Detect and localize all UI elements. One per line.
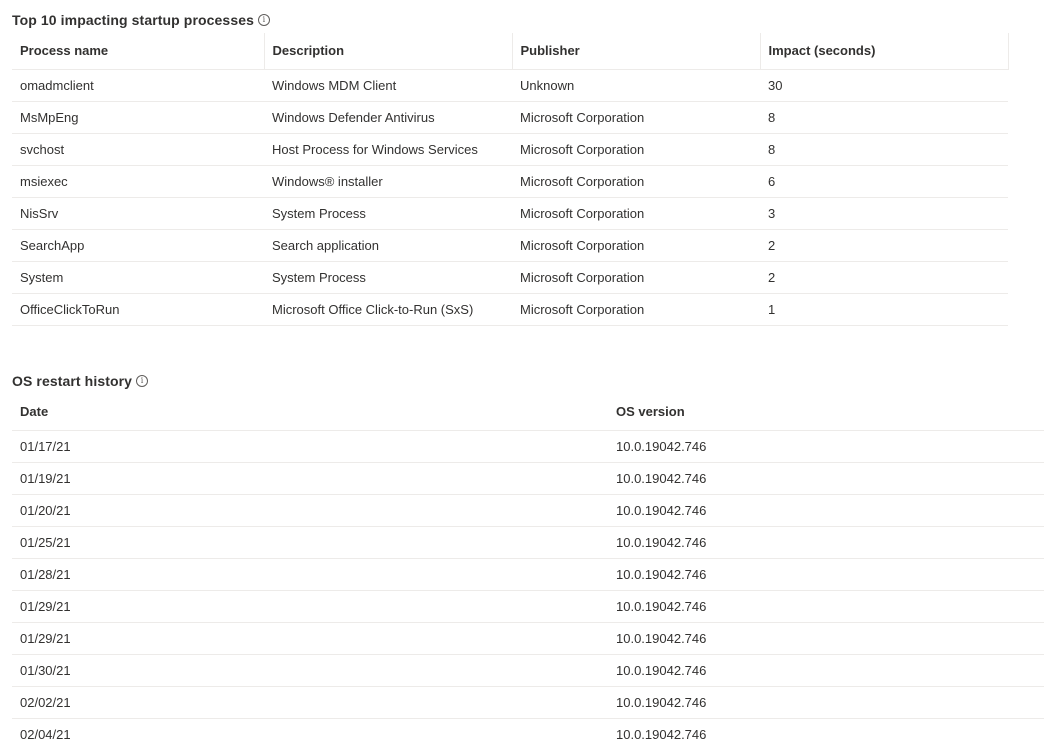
table-row[interactable]: 01/29/21 10.0.19042.746 (12, 622, 1044, 655)
description-cell: Windows Defender Antivirus (264, 101, 512, 134)
table-row[interactable]: 01/17/21 10.0.19042.746 (12, 430, 1044, 463)
table-row[interactable]: svchost Host Process for Windows Services… (12, 133, 1012, 166)
process-name-cell: MsMpEng (12, 101, 264, 134)
date-cell: 02/04/21 (12, 718, 608, 743)
row-spacer (1008, 229, 1012, 261)
table-row[interactable]: SearchApp Search application Microsoft Cor… (12, 229, 1012, 262)
publisher-cell: Microsoft Corporation (512, 133, 760, 166)
table-row[interactable]: 02/02/21 10.0.19042.746 (12, 686, 1044, 719)
description-cell: Search application (264, 229, 512, 262)
column-header-date[interactable]: Date (12, 394, 608, 431)
info-icon[interactable]: i (257, 14, 270, 26)
process-name-cell: OfficeClickToRun (12, 293, 264, 326)
publisher-cell: Microsoft Corporation (512, 261, 760, 294)
os-version-cell: 10.0.19042.746 (608, 622, 1044, 655)
publisher-cell: Microsoft Corporation (512, 229, 760, 262)
row-spacer (1008, 133, 1012, 165)
row-spacer (1008, 165, 1012, 197)
table-row[interactable]: 02/04/21 10.0.19042.746 (12, 718, 1044, 743)
startup-processes-title-text: Top 10 impacting startup processes (12, 12, 254, 28)
row-spacer (1008, 69, 1012, 101)
row-spacer (1008, 293, 1012, 325)
os-version-cell: 10.0.19042.746 (608, 526, 1044, 559)
date-cell: 01/28/21 (12, 558, 608, 591)
os-version-cell: 10.0.19042.746 (608, 654, 1044, 687)
table-row[interactable]: MsMpEng Windows Defender Antivirus Microso… (12, 101, 1012, 134)
table-row[interactable]: 01/20/21 10.0.19042.746 (12, 494, 1044, 527)
date-cell: 01/29/21 (12, 622, 608, 655)
table-row[interactable]: NisSrv System Process Microsoft Corporatio… (12, 197, 1012, 230)
table-row[interactable]: 01/19/21 10.0.19042.746 (12, 462, 1044, 495)
process-name-cell: svchost (12, 133, 264, 166)
info-icon[interactable]: i (136, 375, 149, 387)
table-row[interactable]: 01/29/21 10.0.19042.746 (12, 590, 1044, 623)
os-restart-history-table: Date OS version 01/17/21 10.0.19042.746 01… (12, 394, 1044, 743)
os-version-cell: 10.0.19042.746 (608, 590, 1044, 623)
impact-cell: 6 (760, 165, 1008, 198)
column-header-process-name[interactable]: Process name (12, 33, 265, 70)
table-row[interactable]: OfficeClickToRun Microsoft Office Click-t… (12, 293, 1012, 326)
date-cell: 01/29/21 (12, 590, 608, 623)
column-header-publisher[interactable]: Publisher (512, 33, 761, 70)
date-cell: 02/02/21 (12, 686, 608, 719)
process-name-cell: NisSrv (12, 197, 264, 230)
publisher-cell: Microsoft Corporation (512, 197, 760, 230)
impact-cell: 30 (760, 69, 1008, 102)
description-cell: System Process (264, 197, 512, 230)
date-cell: 01/17/21 (12, 430, 608, 463)
description-cell: System Process (264, 261, 512, 294)
table-row[interactable]: 01/25/21 10.0.19042.746 (12, 526, 1044, 559)
description-cell: Windows® installer (264, 165, 512, 198)
column-header-os-version[interactable]: OS version (608, 394, 1044, 431)
table-row[interactable]: System System Process Microsoft Corporatio… (12, 261, 1012, 294)
impact-cell: 1 (760, 293, 1008, 326)
row-spacer (1008, 197, 1012, 229)
publisher-cell: Microsoft Corporation (512, 165, 760, 198)
publisher-cell: Microsoft Corporation (512, 293, 760, 326)
table-row[interactable]: msiexec Windows® installer Microsoft Corpo… (12, 165, 1012, 198)
column-header-impact[interactable]: Impact (seconds) (760, 33, 1009, 70)
os-restart-history-title-text: OS restart history (12, 373, 133, 389)
os-restart-history-title: OS restart history i (12, 373, 149, 389)
row-spacer (1008, 101, 1012, 133)
description-cell: Microsoft Office Click-to-Run (SxS) (264, 293, 512, 326)
impact-cell: 8 (760, 133, 1008, 166)
os-version-cell: 10.0.19042.746 (608, 686, 1044, 719)
process-name-cell: msiexec (12, 165, 264, 198)
column-header-description[interactable]: Description (264, 33, 513, 70)
startup-processes-title: Top 10 impacting startup processes i (12, 12, 270, 28)
impact-cell: 8 (760, 101, 1008, 134)
table-row[interactable]: omadmclient Windows MDM Client Unknown 30 (12, 69, 1012, 102)
process-name-cell: SearchApp (12, 229, 264, 262)
date-cell: 01/30/21 (12, 654, 608, 687)
os-version-cell: 10.0.19042.746 (608, 462, 1044, 495)
startup-processes-table: Process name Description Publisher Impac… (12, 33, 1012, 326)
date-cell: 01/19/21 (12, 462, 608, 495)
os-version-cell: 10.0.19042.746 (608, 718, 1044, 743)
process-name-cell: omadmclient (12, 69, 264, 102)
publisher-cell: Microsoft Corporation (512, 101, 760, 134)
impact-cell: 3 (760, 197, 1008, 230)
os-version-cell: 10.0.19042.746 (608, 558, 1044, 591)
table-header-row: Date OS version (12, 394, 1044, 431)
os-version-cell: 10.0.19042.746 (608, 494, 1044, 527)
date-cell: 01/20/21 (12, 494, 608, 527)
process-name-cell: System (12, 261, 264, 294)
description-cell: Windows MDM Client (264, 69, 512, 102)
table-header-row: Process name Description Publisher Impac… (12, 33, 1012, 70)
os-version-cell: 10.0.19042.746 (608, 430, 1044, 463)
publisher-cell: Unknown (512, 69, 760, 102)
description-cell: Host Process for Windows Services (264, 133, 512, 166)
impact-cell: 2 (760, 261, 1008, 294)
row-spacer (1008, 261, 1012, 293)
device-performance-page: Top 10 impacting startup processes i Pro… (0, 0, 1044, 743)
impact-cell: 2 (760, 229, 1008, 262)
table-row[interactable]: 01/28/21 10.0.19042.746 (12, 558, 1044, 591)
column-header-spacer (1008, 33, 1012, 69)
date-cell: 01/25/21 (12, 526, 608, 559)
table-row[interactable]: 01/30/21 10.0.19042.746 (12, 654, 1044, 687)
